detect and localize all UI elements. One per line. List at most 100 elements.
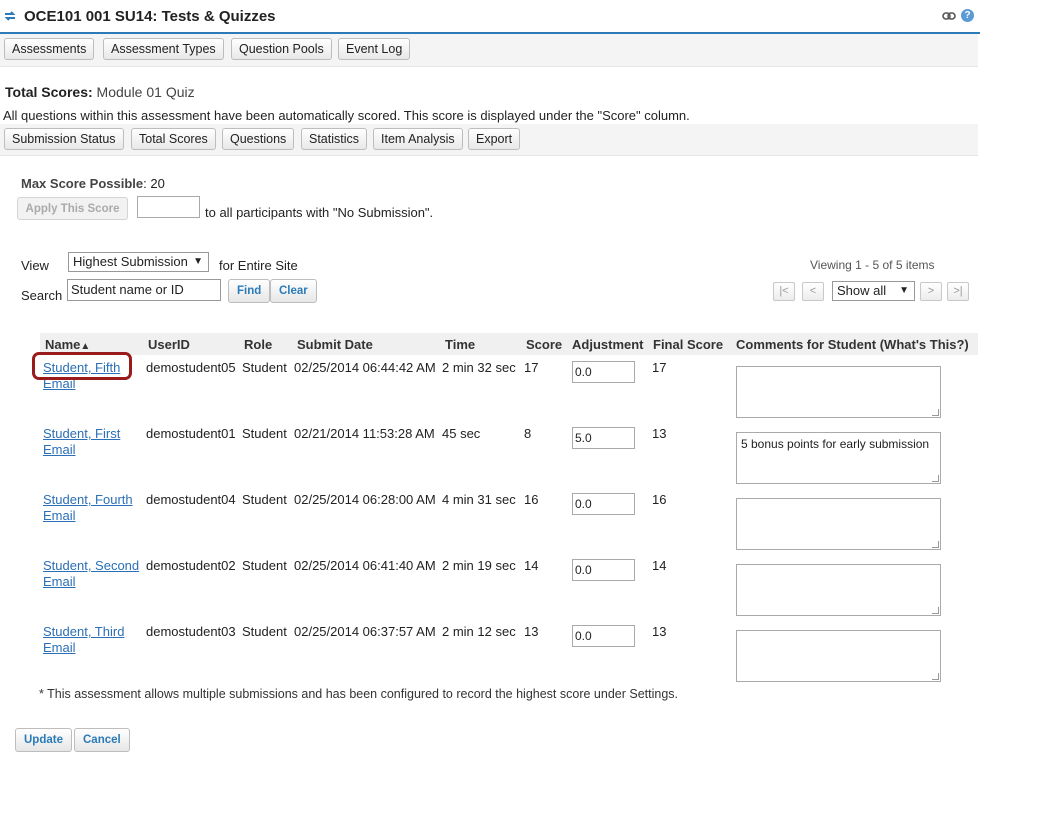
adjustment-input[interactable]: 0.0 [572,493,635,515]
score-cell: 17 [524,360,539,375]
submit-date-cell: 02/25/2014 06:41:40 AM [294,558,436,573]
heading-label: Total Scores: [5,84,93,100]
tab-submission-status[interactable]: Submission Status [4,128,124,150]
time-cell: 2 min 32 sec [442,360,516,375]
page-size-select[interactable]: Show all ▼ [832,281,915,301]
first-page-button[interactable]: |< [773,282,795,301]
nav-event-log-button[interactable]: Event Log [338,38,411,60]
score-cell: 16 [524,492,539,507]
time-cell: 45 sec [442,426,481,441]
col-adjustment-header[interactable]: Adjustment [572,337,644,352]
col-final-score-header[interactable]: Final Score [653,337,723,352]
student-name-link[interactable]: Student, Second [43,558,139,573]
nav-assessments-button[interactable]: Assessments [4,38,95,60]
submit-date-cell: 02/25/2014 06:37:57 AM [294,624,436,639]
prev-page-button[interactable]: < [802,282,824,301]
score-cell: 8 [524,426,532,441]
find-button[interactable]: Find [228,279,271,303]
student-email-link[interactable]: Email [43,442,76,457]
resize-grip-icon[interactable] [932,475,939,482]
col-time-header[interactable]: Time [445,337,475,352]
next-page-button[interactable]: > [920,282,942,301]
resize-grip-icon[interactable] [932,673,939,680]
col-score-header[interactable]: Score [526,337,562,352]
clear-button[interactable]: Clear [270,279,317,303]
adjustment-input[interactable]: 0.0 [572,361,635,383]
comment-textarea[interactable] [736,564,941,616]
tab-statistics[interactable]: Statistics [301,128,368,150]
userid-cell: demostudent01 [146,426,236,441]
max-score-label: Max Score Possible [21,176,144,191]
time-cell: 4 min 31 sec [442,492,516,507]
role-cell: Student [242,558,287,573]
view-select[interactable]: Highest Submission ▼ [68,252,209,272]
resize-grip-icon[interactable] [932,607,939,614]
adjustment-input[interactable]: 0.0 [572,559,635,581]
userid-cell: demostudent03 [146,624,236,639]
student-email-link[interactable]: Email [43,508,76,523]
adjustment-input[interactable]: 5.0 [572,427,635,449]
view-select-value: Highest Submission [73,254,188,269]
final-score-cell: 17 [652,360,667,375]
student-name-link[interactable]: Student, Third [43,624,124,639]
comment-textarea[interactable]: 5 bonus points for early submission [736,432,941,484]
apply-score-input[interactable] [137,196,200,218]
resize-grip-icon[interactable] [932,409,939,416]
tool-switch-icon[interactable] [4,10,16,22]
role-cell: Student [242,426,287,441]
col-name-header[interactable]: Name▲ [45,337,90,352]
tab-export[interactable]: Export [468,128,521,150]
update-button[interactable]: Update [15,728,72,752]
view-scope-text: for Entire Site [219,258,298,273]
tab-total-scores[interactable]: Total Scores [131,128,216,150]
max-score: Max Score Possible: 20 [21,176,165,191]
viewing-count: Viewing 1 - 5 of 5 items [810,258,935,272]
tab-questions[interactable]: Questions [222,128,295,150]
adjustment-input[interactable]: 0.0 [572,625,635,647]
final-score-cell: 13 [652,624,667,639]
final-score-cell: 16 [652,492,667,507]
time-cell: 2 min 19 sec [442,558,516,573]
link-icon[interactable] [942,10,956,22]
cancel-button[interactable]: Cancel [74,728,130,752]
col-submit-date-header[interactable]: Submit Date [297,337,373,352]
userid-cell: demostudent02 [146,558,236,573]
student-name-link[interactable]: Student, Fourth [43,492,133,507]
apply-score-description: to all participants with "No Submission"… [205,205,434,220]
submit-date-cell: 02/25/2014 06:44:42 AM [294,360,436,375]
title-bar: OCE101 001 SU14: Tests & Quizzes ? [0,0,980,34]
comment-textarea[interactable] [736,366,941,418]
page-title: OCE101 001 SU14: Tests & Quizzes [24,8,276,25]
tool-nav: Assessments Assessment Types Question Po… [0,34,978,67]
multiple-submissions-footnote: * This assessment allows multiple submis… [39,687,679,701]
view-label: View [21,258,49,273]
dropdown-arrow-icon: ▼ [193,256,203,267]
student-name-link[interactable]: Student, First [43,426,120,441]
col-userid-header[interactable]: UserID [148,337,190,352]
comment-textarea[interactable] [736,498,941,550]
student-email-link[interactable]: Email [43,574,76,589]
col-comments-header[interactable]: Comments for Student (What's This?) [736,337,969,352]
resize-grip-icon[interactable] [932,541,939,548]
final-score-cell: 13 [652,426,667,441]
role-cell: Student [242,492,287,507]
highlight-annotation [32,352,132,380]
search-input[interactable]: Student name or ID [67,279,221,301]
apply-score-button[interactable]: Apply This Score [17,197,128,220]
role-cell: Student [242,360,287,375]
assessment-heading: Total Scores: Module 01 Quiz [5,84,195,100]
userid-cell: demostudent05 [146,360,236,375]
score-cell: 13 [524,624,539,639]
page-size-value: Show all [837,283,887,298]
max-score-value: : 20 [143,176,165,191]
last-page-button[interactable]: >| [947,282,969,301]
scores-subnav: Submission Status Total Scores Questions… [0,124,978,156]
col-role-header[interactable]: Role [244,337,272,352]
help-icon[interactable]: ? [961,9,974,22]
tab-item-analysis[interactable]: Item Analysis [373,128,463,150]
student-email-link[interactable]: Email [43,640,76,655]
auto-score-info: All questions within this assessment hav… [3,108,690,123]
comment-textarea[interactable] [736,630,941,682]
nav-assessment-types-button[interactable]: Assessment Types [103,38,224,60]
nav-question-pools-button[interactable]: Question Pools [231,38,332,60]
